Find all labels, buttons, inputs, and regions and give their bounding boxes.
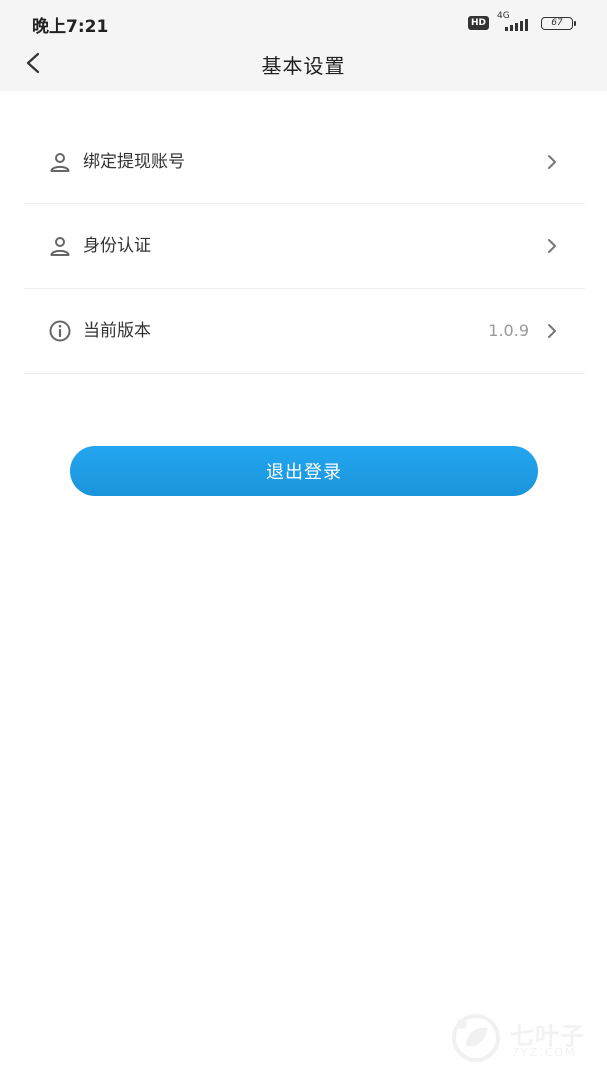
leaf-logo-icon [452,1014,500,1062]
person-icon [50,237,70,256]
settings-item-label: 身份认证 [83,236,151,256]
signal-icon: 4G [497,11,533,32]
settings-item-label: 绑定提现账号 [83,151,185,172]
version-number: 1.0.9 [488,321,529,340]
settings-list: 绑定提现账号 身份认证 当前版本 1.0.9 [24,120,585,374]
person-icon [50,152,70,172]
settings-item-label: 当前版本 [83,321,151,341]
chevron-right-icon [548,324,556,338]
status-indicators: HD 4G 67 [467,11,576,33]
logout-button[interactable]: 退出登录 [70,446,538,496]
watermark: 七叶子 7YZ.COM [448,1010,598,1070]
hd-badge: HD [467,16,489,30]
battery-level: 67 [551,18,563,28]
settings-item-bind-account[interactable]: 绑定提现账号 [24,120,585,204]
settings-item-identity[interactable]: 身份认证 [24,204,585,289]
status-bar: 晚上7:21 HD 4G 67 [0,0,607,44]
page-title: 基本设置 [261,54,346,78]
settings-item-version[interactable]: 当前版本 1.0.9 [24,289,585,374]
watermark-url: 7YZ.COM [512,1046,577,1059]
chevron-right-icon [548,154,556,169]
nav-bar: 基本设置 [0,44,607,91]
battery-icon: 67 [541,16,576,30]
chevron-right-icon [548,239,556,253]
top-bar: 晚上7:21 HD 4G 67 基本设置 [0,0,607,91]
status-time: 晚上7:21 [32,17,109,37]
info-icon [49,320,71,342]
